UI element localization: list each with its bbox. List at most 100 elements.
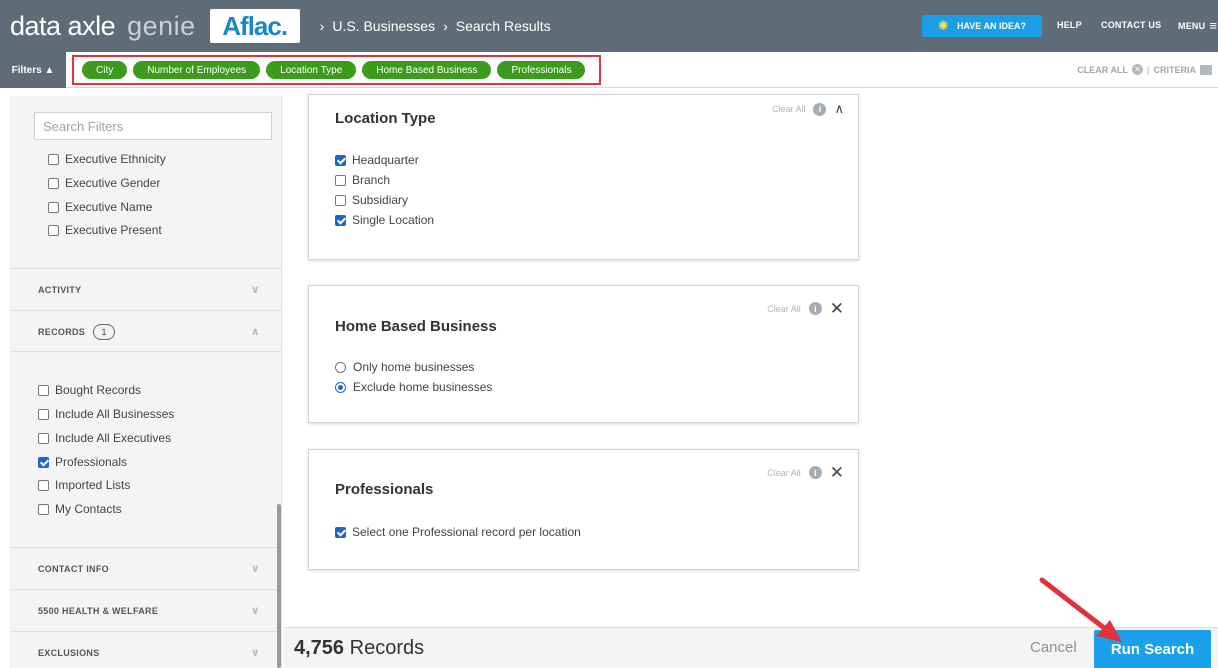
filter-label: Include All Businesses (55, 407, 175, 421)
checkbox[interactable] (48, 224, 59, 236)
breadcrumb-separator: › (319, 18, 325, 34)
chip-number-of-employees[interactable]: Number of Employees (133, 61, 261, 79)
option-headquarter[interactable]: Headquarter (335, 153, 419, 167)
section-activity[interactable]: ACTIVITY ∨ (10, 268, 281, 310)
breadcrumb-search-results: Search Results (455, 18, 551, 34)
checkbox[interactable] (48, 201, 59, 213)
checkbox[interactable] (38, 384, 49, 396)
filter-label: Include All Executives (55, 431, 172, 445)
option-label: Select one Professional record per locat… (352, 525, 581, 539)
filter-sidebar: Search Filters Executive Ethnicity Execu… (10, 96, 282, 668)
checkbox[interactable] (335, 194, 346, 206)
checkbox[interactable] (48, 153, 59, 165)
filter-executive-gender[interactable]: Executive Gender (48, 176, 160, 190)
chip-home-based-business[interactable]: Home Based Business (362, 61, 492, 79)
filter-label: Executive Gender (65, 176, 161, 190)
section-title: RECORDS (38, 326, 86, 337)
checkbox[interactable] (38, 479, 49, 491)
section-records[interactable]: RECORDS 1 ∧ (10, 310, 281, 352)
clear-all-link[interactable]: Clear All (767, 468, 801, 478)
checkbox-checked[interactable] (335, 526, 346, 538)
clear-all-icon[interactable]: ✕ (1131, 64, 1143, 75)
card-tools: Clear All i ∧ (772, 101, 844, 117)
filters-toggle-button[interactable]: Filters ▲ (0, 52, 66, 88)
search-filters-input[interactable]: Search Filters (34, 112, 272, 140)
clear-all-link[interactable]: Clear All (767, 304, 801, 314)
checkbox[interactable] (38, 503, 49, 515)
sidebar-executive-panel: Search Filters Executive Ethnicity Execu… (10, 96, 281, 268)
chevron-up-icon: ∧ (250, 326, 260, 338)
section-exclusions[interactable]: EXCLUSIONS ∨ (10, 631, 281, 668)
radio-button-selected[interactable] (335, 381, 346, 393)
option-only-home-businesses[interactable]: Only home businesses (335, 360, 474, 374)
option-one-professional-per-location[interactable]: Select one Professional record per locat… (335, 525, 581, 539)
filter-label: Professionals (55, 455, 128, 469)
menu-button[interactable]: MENU ≡ (1178, 18, 1217, 33)
card-location-type: Clear All i ∧ Location Type Headquarter … (308, 94, 859, 260)
sidebar-scrollbar[interactable] (277, 504, 281, 668)
chip-city[interactable]: City (82, 61, 128, 79)
chip-location-type[interactable]: Location Type (266, 61, 357, 79)
chevron-down-icon: ∨ (250, 605, 260, 617)
option-subsidiary[interactable]: Subsidiary (335, 193, 408, 207)
filter-executive-ethnicity[interactable]: Executive Ethnicity (48, 152, 166, 166)
filter-professionals[interactable]: Professionals (38, 455, 127, 469)
info-icon[interactable]: i (808, 466, 822, 479)
brand[interactable]: data axle genie Aflac. (0, 0, 300, 52)
filter-my-contacts[interactable]: My Contacts (38, 502, 122, 516)
records-count-badge: 1 (93, 323, 116, 340)
checkbox[interactable] (38, 408, 49, 420)
option-exclude-home-businesses[interactable]: Exclude home businesses (335, 380, 492, 394)
results-bar: 4,756 Records Cancel Run Search (284, 627, 1218, 668)
checkbox-checked[interactable] (335, 214, 346, 226)
checkbox[interactable] (38, 432, 49, 444)
criteria-link[interactable]: CRITERIA (1154, 65, 1197, 75)
contact-us-link[interactable]: CONTACT US (1101, 20, 1161, 30)
breadcrumb: › U.S. Businesses › Search Results (312, 18, 551, 34)
filter-executive-name[interactable]: Executive Name (48, 200, 152, 214)
option-branch[interactable]: Branch (335, 173, 390, 187)
chevron-down-icon: ∨ (250, 647, 260, 659)
info-icon[interactable]: i (808, 302, 822, 315)
card-title: Home Based Business (335, 318, 497, 335)
checkbox-checked[interactable] (38, 456, 49, 468)
have-an-idea-button[interactable]: ✺ HAVE AN IDEA? (922, 15, 1042, 37)
close-icon[interactable]: ✕ (830, 300, 844, 317)
section-5500-health-welfare[interactable]: 5500 HEALTH & WELFARE ∨ (10, 589, 281, 631)
card-tools: Clear All i ✕ (767, 300, 844, 317)
filter-include-all-businesses[interactable]: Include All Businesses (38, 407, 174, 421)
criteria-controls: CLEAR ALL ✕ | CRITERIA (1077, 64, 1212, 75)
lightbulb-icon: ✺ (938, 18, 949, 33)
checkbox-checked[interactable] (335, 154, 346, 166)
chip-professionals[interactable]: Professionals (497, 61, 586, 79)
clear-all-link[interactable]: Clear All (772, 104, 806, 114)
clear-all-link[interactable]: CLEAR ALL (1077, 65, 1128, 75)
chevron-down-icon: ∨ (250, 563, 260, 575)
filter-imported-lists[interactable]: Imported Lists (38, 478, 130, 492)
filter-include-all-executives[interactable]: Include All Executives (38, 431, 171, 445)
help-link[interactable]: HELP (1057, 20, 1082, 30)
checkbox[interactable] (48, 177, 59, 189)
filter-bought-records[interactable]: Bought Records (38, 383, 141, 397)
cancel-button[interactable]: Cancel (1030, 639, 1077, 656)
filter-label: Bought Records (55, 383, 142, 397)
run-search-button[interactable]: Run Search (1094, 630, 1211, 668)
records-count: 4,756 Records (294, 637, 424, 660)
option-label: Subsidiary (352, 193, 409, 207)
chevron-up-icon[interactable]: ∧ (834, 101, 844, 117)
records-label: Records (349, 637, 425, 659)
close-icon[interactable]: ✕ (830, 464, 844, 481)
option-single-location[interactable]: Single Location (335, 213, 434, 227)
filter-executive-present[interactable]: Executive Present (48, 223, 162, 237)
breadcrumb-us-businesses[interactable]: U.S. Businesses (332, 18, 435, 34)
active-filter-chips: City Number of Employees Location Type H… (72, 55, 601, 85)
card-professionals: Clear All i ✕ Professionals Select one P… (308, 449, 859, 570)
info-icon[interactable]: i (813, 102, 827, 116)
filter-bar: Filters ▲ City Number of Employees Locat… (0, 52, 1218, 88)
brand-name: data axle (10, 10, 116, 41)
radio-button[interactable] (335, 361, 346, 373)
criteria-list-icon[interactable] (1200, 64, 1212, 75)
checkbox[interactable] (335, 174, 346, 186)
have-an-idea-label: HAVE AN IDEA? (956, 21, 1026, 31)
section-contact-info[interactable]: CONTACT INFO ∨ (10, 547, 281, 589)
